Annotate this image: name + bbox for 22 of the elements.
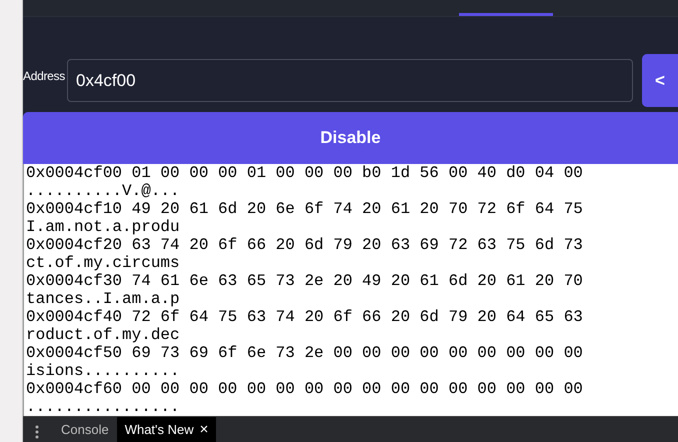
ascii-line: I.am.not.a.produ [26, 218, 181, 236]
more-icon[interactable] [35, 425, 39, 439]
drawer-tab[interactable]: What's New × [116, 417, 216, 442]
hex-line: 0x0004cf00 01 00 00 00 01 00 00 00 b0 1d 56 00 40 d0 04 00 [26, 164, 584, 182]
close-icon[interactable]: × [200, 421, 208, 438]
ascii-line: ..........V.@... [26, 182, 181, 200]
ascii-line: ct.of.my.circums [26, 254, 181, 272]
hex-line: 0x0004cf30 74 61 6e 63 65 73 2e 20 49 20 61 6d 20 61 20 70 [26, 272, 584, 290]
hex-line: 0x0004cf60 00 00 00 00 00 00 00 00 00 00 00 00 00 00 00 00 [26, 380, 584, 398]
address-field[interactable]: 0x4cf00 [67, 59, 633, 102]
ascii-line: ................ [26, 398, 181, 416]
ascii-line: roduct.of.my.dec [26, 326, 181, 344]
hex-line: 0x0004cf10 49 20 61 6d 20 6e 6f 74 20 61 20 70 72 6f 64 75 [26, 200, 584, 218]
ascii-line: isions.......... [26, 362, 181, 380]
hex-line: 0x0004cf40 72 6f 64 75 63 74 20 6f 66 20 6d 79 20 64 65 63 [26, 308, 584, 326]
drawer-tab[interactable]: Console [53, 417, 117, 442]
hex-line: 0x0004cf20 63 74 20 6f 66 20 6d 79 20 63 69 72 63 75 6d 73 [26, 236, 584, 254]
hex-line: 0x0004cf50 69 73 69 6f 6e 73 2e 00 00 00 00 00 00 00 00 00 [26, 344, 584, 362]
disable-button[interactable]: Disable [23, 112, 678, 164]
address-label: Address [23, 68, 66, 82]
back-button[interactable]: < [642, 54, 678, 107]
ascii-line: tances..I.am.a.p [26, 290, 181, 308]
